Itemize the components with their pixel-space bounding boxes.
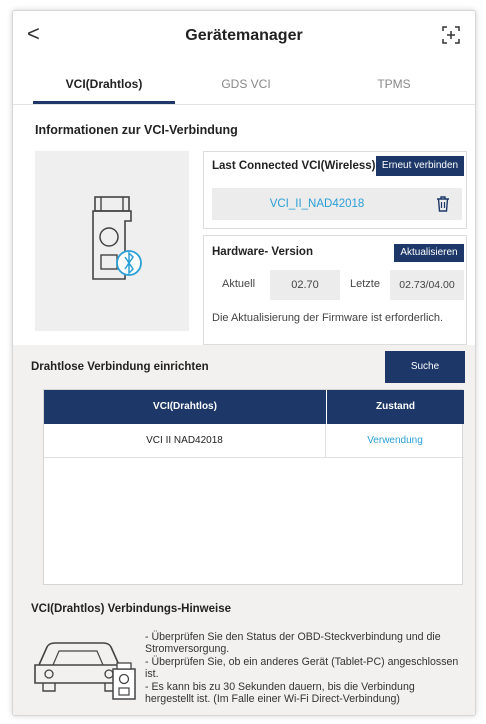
header: < Gerätemanager: [13, 11, 475, 59]
hint-line: - Überprüfen Sie den Status der OBD-Stec…: [145, 631, 441, 656]
active-tab-indicator: [33, 101, 175, 104]
latest-version-label: Letzte: [350, 278, 380, 290]
firmware-notice: Die Aktualisierung der Firmware ist erfo…: [212, 312, 444, 324]
page-title: Gerätemanager: [185, 27, 303, 44]
vci-table: VCI(Drahtlos) Zustand VCI II NAD42018 Ve…: [43, 389, 464, 585]
update-button[interactable]: Aktualisieren: [394, 244, 464, 262]
tab-gds-vci[interactable]: GDS VCI: [175, 77, 317, 91]
vci-bluetooth-icon: [92, 196, 142, 280]
tab-tpms[interactable]: TPMS: [323, 77, 465, 91]
search-button[interactable]: Suche: [385, 351, 465, 383]
tab-bar: VCI(Drahtlos) GDS VCI TPMS: [13, 63, 475, 105]
reconnect-button[interactable]: Erneut verbinden: [376, 156, 464, 176]
hint-line: - Es kann bis zu 30 Sekunden dauern, bis…: [145, 680, 415, 706]
current-version-label: Aktuell: [222, 278, 256, 290]
hint-line: - Überprüfen Sie, ob ein anderes Gerät (…: [145, 655, 459, 681]
hint-list: - Überprüfen Sie den Status der OBD-Stec…: [145, 631, 465, 705]
vci-device-illustration: [35, 151, 189, 331]
last-connected-label: Last Connected VCI(Wireless): [212, 160, 376, 172]
current-version-value: 02.70: [270, 270, 340, 300]
device-manager-window: < Gerätemanager VCI(Drahtlos) GDS VCI TP…: [12, 10, 476, 716]
latest-version-value: 02.73/04.00: [390, 270, 464, 300]
tab-vci-drahtlos[interactable]: VCI(Drahtlos): [33, 77, 175, 91]
car-obd-icon: [34, 642, 136, 700]
device-name: VCI_II_NAD42018: [269, 198, 365, 210]
section-title-info: Informationen zur VCI-Verbindung: [35, 123, 238, 137]
trash-icon[interactable]: [436, 196, 450, 212]
expand-icon[interactable]: [441, 25, 461, 45]
section-title-wireless: Drahtlose Verbindung einrichten: [31, 361, 209, 373]
hardware-version-card: Hardware- Version Aktualisieren Aktuell …: [203, 235, 467, 345]
column-header-status: Zustand: [326, 390, 464, 424]
table-cell-vci: VCI II NAD42018: [44, 424, 326, 458]
column-header-vci: VCI(Drahtlos): [44, 390, 326, 424]
hardware-version-label: Hardware- Version: [212, 246, 313, 258]
section-title-hints: VCI(Drahtlos) Verbindungs-Hinweise: [31, 603, 231, 615]
last-connected-card: Last Connected VCI(Wireless) Erneut verb…: [203, 151, 467, 229]
table-cell-status: Verwendung: [326, 424, 464, 458]
device-name-field: VCI_II_NAD42018: [212, 188, 462, 220]
